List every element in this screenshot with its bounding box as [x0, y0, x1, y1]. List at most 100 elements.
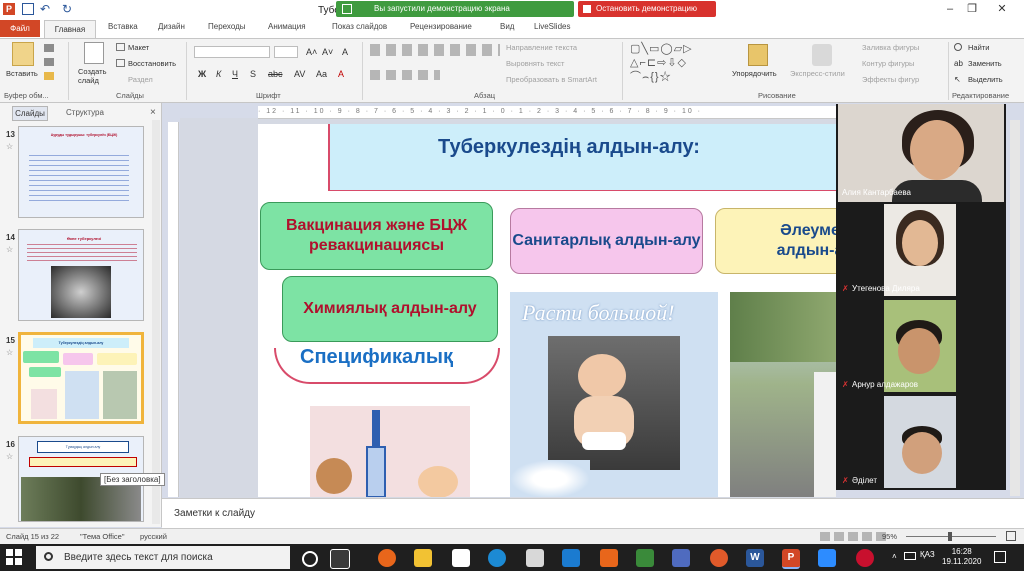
clock[interactable]: 16:28 19.11.2020 — [942, 547, 981, 567]
tab-home[interactable]: Главная — [44, 20, 96, 38]
notes-placeholder[interactable]: Заметки к слайду — [174, 508, 255, 519]
mail-icon[interactable] — [526, 549, 544, 567]
clear-format-icon[interactable]: A — [342, 47, 348, 57]
tab-insert[interactable]: Вставка — [108, 22, 138, 31]
align-text-button[interactable]: Выровнять текст — [506, 59, 564, 68]
strikethrough-button[interactable]: abc — [268, 69, 283, 79]
tray-chevron-icon[interactable]: ˄ — [892, 552, 897, 561]
view-buttons[interactable] — [820, 532, 890, 541]
layout-button[interactable]: Макет — [128, 43, 149, 52]
shape-outline-button[interactable]: Контур фигуры — [862, 59, 914, 68]
quick-styles-icon[interactable] — [812, 44, 832, 66]
copy-icon[interactable] — [44, 58, 54, 66]
shadow-button[interactable]: S — [250, 69, 256, 79]
zoom-meeting-icon[interactable] — [818, 549, 836, 567]
app-icon[interactable] — [672, 549, 690, 567]
powerpoint-icon[interactable]: P — [782, 549, 800, 569]
cortana-icon[interactable] — [302, 551, 318, 567]
tab-slides-pane[interactable]: Слайды — [12, 106, 48, 121]
zoom-app-icon[interactable] — [562, 549, 580, 567]
tab-liveslides[interactable]: LiveSlides — [534, 22, 570, 31]
app-icon[interactable] — [600, 549, 618, 567]
app-icon[interactable] — [710, 549, 728, 567]
slide-thumbnail[interactable]: Өкпе туберкулезі — [18, 229, 144, 321]
save-icon[interactable] — [22, 3, 34, 15]
slide-thumbnail[interactable]: Ауруды тудырушы: туберкулёз (БЦЖ) — [18, 126, 144, 218]
section-button[interactable]: Раздел — [128, 75, 153, 84]
participant-tile[interactable] — [884, 204, 956, 296]
slide-title[interactable]: Туберкулездің алдын-алу: — [438, 136, 700, 159]
maximize-button[interactable]: ❐ — [962, 2, 982, 16]
underline-button[interactable]: Ч — [232, 69, 238, 79]
park-picture[interactable] — [730, 292, 836, 497]
opera-icon[interactable] — [856, 549, 874, 567]
slide-canvas[interactable]: Туберкулездің алдын-алу: Вакцинация және… — [258, 124, 836, 497]
fit-slide-icon[interactable] — [1006, 531, 1016, 541]
language-indicator[interactable]: русский — [140, 532, 167, 541]
find-button[interactable]: Найти — [968, 43, 989, 52]
chemical-box[interactable]: Химиялық алдын-алу — [282, 276, 498, 342]
word-icon[interactable]: W — [746, 549, 764, 567]
notes-pane[interactable]: Заметки к слайду — [162, 498, 1024, 529]
tab-file[interactable]: Файл — [0, 20, 40, 37]
tab-design[interactable]: Дизайн — [158, 22, 185, 31]
participant-tile[interactable] — [884, 396, 956, 488]
arrange-button[interactable]: Упорядочить — [732, 69, 777, 78]
select-button[interactable]: Выделить — [968, 75, 1003, 84]
redo-icon[interactable]: ↻ — [62, 3, 74, 15]
arrange-icon[interactable] — [748, 44, 768, 66]
language-indicator[interactable]: ҚАЗ — [920, 550, 935, 559]
participant-tile[interactable]: Алия Кантарбаева — [838, 104, 1004, 202]
stop-share-button[interactable]: Остановить демонстрацию — [578, 1, 716, 17]
close-pane-icon[interactable]: × — [150, 106, 156, 119]
file-explorer-icon[interactable] — [414, 549, 432, 567]
align-buttons[interactable] — [370, 70, 440, 80]
specific-label[interactable]: Спецификалық — [300, 346, 453, 369]
font-size-field[interactable] — [274, 46, 298, 58]
network-icon[interactable] — [904, 552, 916, 560]
social-box[interactable]: Әлеуме алдын-а — [715, 208, 836, 274]
tab-transitions[interactable]: Переходы — [208, 22, 246, 31]
pane-scrollbar[interactable] — [152, 120, 160, 524]
shape-fill-button[interactable]: Заливка фигуры — [862, 43, 919, 52]
quick-styles-button[interactable]: Экспресс-стили — [790, 69, 845, 78]
tab-review[interactable]: Рецензирование — [410, 22, 472, 31]
shapes-gallery[interactable]: ▢╲▭◯▱▷ △⌐⊏⇨⇩◇ ⌒⌢{}☆ — [630, 42, 720, 86]
slide-thumbnail-selected[interactable]: Туберкулездің алдын-алу — [18, 332, 144, 424]
bold-button[interactable]: Ж — [198, 69, 206, 79]
undo-icon[interactable]: ↶ — [40, 3, 52, 15]
notifications-icon[interactable] — [994, 551, 1006, 563]
task-view-icon[interactable] — [330, 549, 350, 569]
spacing-icon[interactable]: AV — [294, 69, 305, 79]
zoom-slider-thumb[interactable] — [948, 532, 952, 541]
windows-start-icon[interactable] — [6, 549, 22, 565]
firefox-icon[interactable] — [378, 549, 396, 567]
syringe-picture[interactable] — [310, 406, 470, 497]
change-case-icon[interactable]: Aa — [316, 69, 327, 79]
list-buttons[interactable] — [370, 44, 500, 56]
paste-icon[interactable] — [12, 42, 34, 66]
new-slide-button[interactable]: Создать слайд — [78, 67, 112, 85]
taskbar-search[interactable]: Введите здесь текст для поиска — [36, 546, 290, 569]
reset-button[interactable]: Восстановить — [128, 59, 176, 68]
vertical-scrollbar[interactable] — [1010, 120, 1020, 496]
tab-animation[interactable]: Анимация — [268, 22, 306, 31]
font-name-field[interactable] — [194, 46, 270, 58]
sanitary-box[interactable]: Санитарлық алдын-алу — [510, 208, 703, 274]
zoom-level[interactable]: 95% — [882, 532, 897, 541]
italic-button[interactable]: К — [216, 69, 221, 79]
format-painter-icon[interactable] — [44, 72, 54, 80]
app-icon[interactable] — [636, 549, 654, 567]
smartart-button[interactable]: Преобразовать в SmartArt — [506, 75, 597, 84]
shrink-font-icon[interactable]: A˅ — [322, 47, 333, 57]
vaccination-box[interactable]: Вакцинация және БЦЖ ревакцинациясы — [260, 202, 493, 270]
edge-icon[interactable] — [488, 549, 506, 567]
participant-tile[interactable] — [884, 300, 956, 392]
font-color-icon[interactable]: A — [338, 69, 344, 79]
text-direction-button[interactable]: Направление текста — [506, 43, 577, 52]
baby-picture[interactable]: Расти большой! — [510, 292, 718, 497]
close-button[interactable]: ✕ — [992, 2, 1012, 16]
store-icon[interactable] — [452, 549, 470, 567]
replace-button[interactable]: Заменить — [968, 59, 1002, 68]
paste-button[interactable]: Вставить — [6, 69, 38, 78]
